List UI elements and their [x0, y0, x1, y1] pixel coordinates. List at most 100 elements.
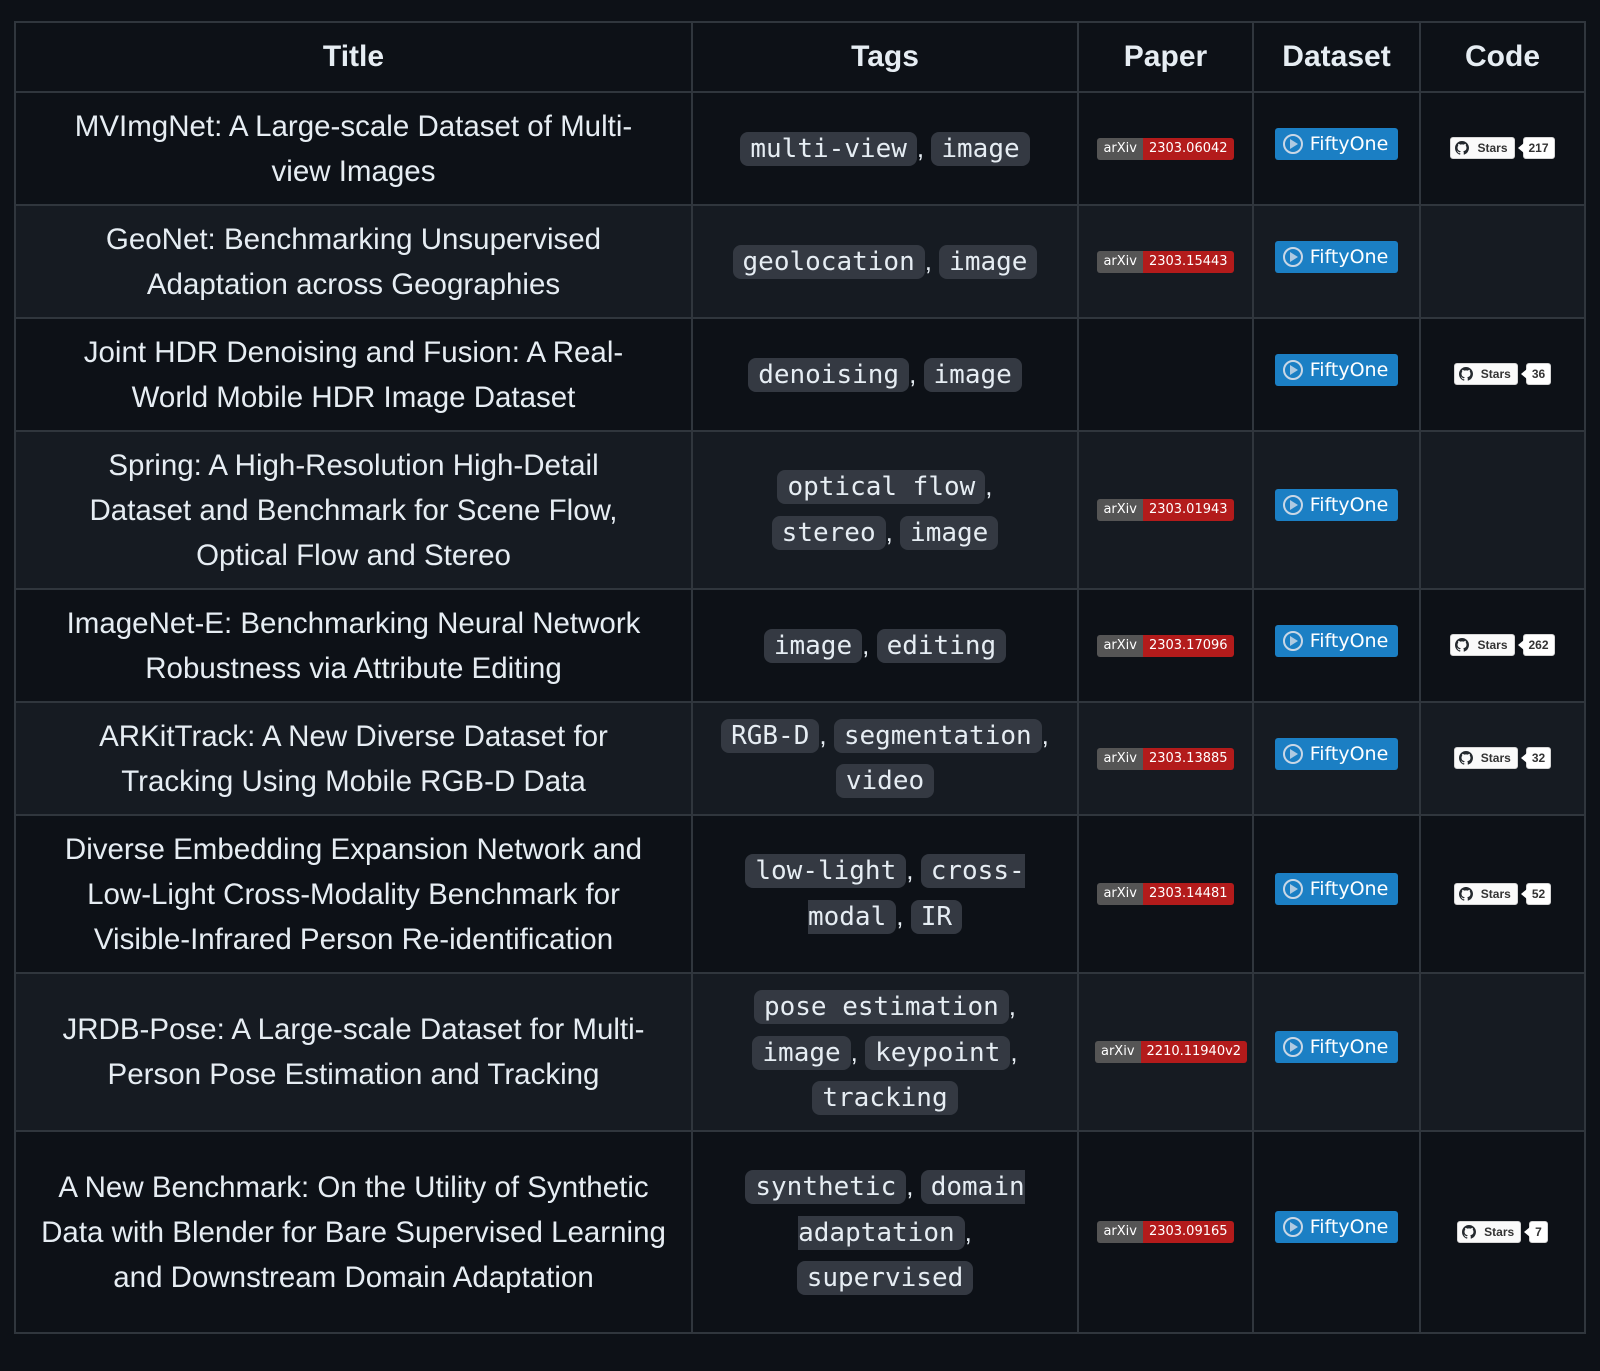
tag-chip: image [900, 516, 999, 550]
tag-chip: keypoint [865, 1035, 1011, 1070]
cell-tags: image, editing [691, 588, 1079, 703]
arxiv-badge-link[interactable]: arXiv 2303.09165 [1097, 1221, 1234, 1243]
cell-dataset: FiftyOne [1252, 814, 1421, 974]
arxiv-badge-id: 2303.06042 [1142, 137, 1234, 160]
tag-chip: pose estimation [753, 989, 1009, 1024]
stars-text: Stars [1477, 141, 1508, 155]
tag-separator: , [906, 1170, 921, 1201]
fiftyone-dataset-button[interactable]: FiftyOne [1274, 240, 1399, 273]
stars-count: 36 [1520, 363, 1552, 385]
tag-chip: optical flow [777, 470, 986, 504]
fiftyone-label: FiftyOne [1309, 245, 1389, 268]
cell-dataset: FiftyOne [1252, 91, 1421, 206]
tag-chip: editing [876, 628, 1007, 663]
tag-list: synthetic, domain adaptation, supervised [730, 1164, 1040, 1301]
arxiv-badge-link[interactable]: arXiv 2303.06042 [1097, 137, 1234, 160]
header-tags: Tags [691, 21, 1079, 93]
cell-code: Stars 36 [1419, 317, 1586, 432]
fiftyone-dataset-button[interactable]: FiftyOne [1274, 737, 1399, 770]
github-stars-label: Stars [1453, 747, 1518, 769]
fiftyone-dataset-button[interactable]: FiftyOne [1274, 873, 1399, 905]
tag-chip: denoising [748, 357, 910, 392]
fiftyone-dataset-button[interactable]: FiftyOne [1274, 127, 1399, 160]
fiftyone-dataset-button[interactable]: FiftyOne [1274, 1211, 1399, 1243]
header-paper: Paper [1077, 21, 1254, 93]
fiftyone-label: FiftyOne [1309, 629, 1389, 652]
arxiv-badge-link[interactable]: arXiv 2303.15443 [1097, 250, 1234, 273]
cell-paper: arXiv 2303.09165 [1077, 1130, 1254, 1334]
table-row: Diverse Embedding Expansion Network and … [14, 814, 1586, 974]
github-stars-badge[interactable]: Stars 217 [1450, 137, 1555, 159]
cell-code: Stars 217 [1419, 91, 1586, 206]
arxiv-badge-label: arXiv [1095, 1041, 1141, 1063]
dataset-title: Spring: A High-Resolution High-Detail Da… [89, 448, 618, 572]
tag-separator: , [906, 855, 921, 885]
stars-text: Stars [1480, 751, 1511, 765]
tag-separator: , [964, 1216, 972, 1247]
github-stars-badge[interactable]: Stars 36 [1453, 363, 1552, 385]
cell-paper: arXiv 2303.17096 [1077, 588, 1254, 703]
tag-list: RGB-D, segmentation, video [715, 713, 1055, 804]
fiftyone-logo-icon [1282, 743, 1303, 764]
tag-list: geolocation, image [720, 239, 1050, 285]
github-icon [1458, 367, 1477, 381]
stars-count: 262 [1517, 634, 1555, 656]
fiftyone-logo-icon [1282, 133, 1303, 154]
fiftyone-label: FiftyOne [1309, 132, 1389, 155]
tag-separator: , [985, 471, 993, 501]
arxiv-badge-label: arXiv [1097, 499, 1143, 521]
tag-list: optical flow, stereo, image [755, 464, 1015, 556]
cell-tags: low-light, cross-modal, IR [691, 814, 1079, 974]
stars-text: Stars [1480, 886, 1511, 901]
arxiv-badge-link[interactable]: arXiv 2303.13885 [1097, 747, 1234, 770]
stars-count: 52 [1520, 882, 1552, 905]
github-stars-badge[interactable]: Stars 52 [1453, 882, 1552, 905]
tag-separator: , [916, 132, 932, 163]
arxiv-badge-label: arXiv [1097, 137, 1143, 160]
cell-code: Stars 32 [1419, 701, 1586, 816]
cell-title: GeoNet: Benchmarking Unsupervised Adapta… [14, 204, 693, 319]
tag-chip: image [931, 131, 1030, 166]
dataset-title: GeoNet: Benchmarking Unsupervised Adapta… [105, 222, 602, 301]
dataset-title: ImageNet-E: Benchmarking Neural Network … [66, 606, 641, 685]
cell-title: ImageNet-E: Benchmarking Neural Network … [14, 588, 693, 703]
cell-title: MVImgNet: A Large-scale Dataset of Multi… [14, 91, 693, 206]
tag-separator: , [1041, 720, 1049, 750]
cell-dataset: FiftyOne [1252, 430, 1421, 590]
cell-dataset: FiftyOne [1252, 1130, 1421, 1334]
arxiv-badge-link[interactable]: arXiv 2210.11940v2 [1095, 1041, 1248, 1063]
arxiv-badge-id: 2303.13885 [1142, 747, 1234, 770]
header-code: Code [1419, 21, 1586, 93]
cell-dataset: FiftyOne [1252, 317, 1421, 432]
table-row: Spring: A High-Resolution High-Detail Da… [14, 430, 1586, 590]
dataset-title: JRDB-Pose: A Large-scale Dataset for Mul… [62, 1013, 645, 1091]
arxiv-badge-id: 2210.11940v2 [1140, 1041, 1248, 1063]
arxiv-badge-id: 2303.09165 [1142, 1221, 1234, 1243]
cell-title: A New Benchmark: On the Utility of Synth… [14, 1130, 693, 1334]
cell-code [1419, 972, 1586, 1132]
github-stars-badge[interactable]: Stars 7 [1457, 1220, 1548, 1243]
github-stars-badge[interactable]: Stars 262 [1450, 634, 1555, 656]
fiftyone-dataset-button[interactable]: FiftyOne [1274, 489, 1399, 521]
arxiv-badge-label: arXiv [1097, 747, 1143, 770]
fiftyone-dataset-button[interactable]: FiftyOne [1274, 353, 1399, 386]
fiftyone-logo-icon [1282, 1037, 1303, 1057]
fiftyone-dataset-button[interactable]: FiftyOne [1274, 624, 1399, 657]
fiftyone-label: FiftyOne [1309, 878, 1389, 900]
tag-separator: , [924, 245, 940, 276]
fiftyone-dataset-button[interactable]: FiftyOne [1274, 1031, 1399, 1063]
datasets-table-container: Title Tags Paper Dataset Code MVImgNet: … [14, 21, 1586, 1334]
github-stars-label: Stars [1453, 363, 1518, 385]
github-icon [1458, 886, 1477, 901]
cell-dataset: FiftyOne [1252, 588, 1421, 703]
cell-paper: arXiv 2303.15443 [1077, 204, 1254, 319]
cell-tags: geolocation, image [691, 204, 1079, 319]
fiftyone-logo-icon [1282, 879, 1303, 899]
arxiv-badge-link[interactable]: arXiv 2303.17096 [1097, 634, 1234, 657]
arxiv-badge-link[interactable]: arXiv 2303.14481 [1097, 883, 1234, 905]
fiftyone-logo-icon [1282, 246, 1303, 267]
arxiv-badge-label: arXiv [1097, 1221, 1143, 1243]
dataset-title: MVImgNet: A Large-scale Dataset of Multi… [74, 109, 633, 188]
arxiv-badge-link[interactable]: arXiv 2303.01943 [1097, 499, 1234, 521]
github-stars-badge[interactable]: Stars 32 [1453, 747, 1552, 769]
